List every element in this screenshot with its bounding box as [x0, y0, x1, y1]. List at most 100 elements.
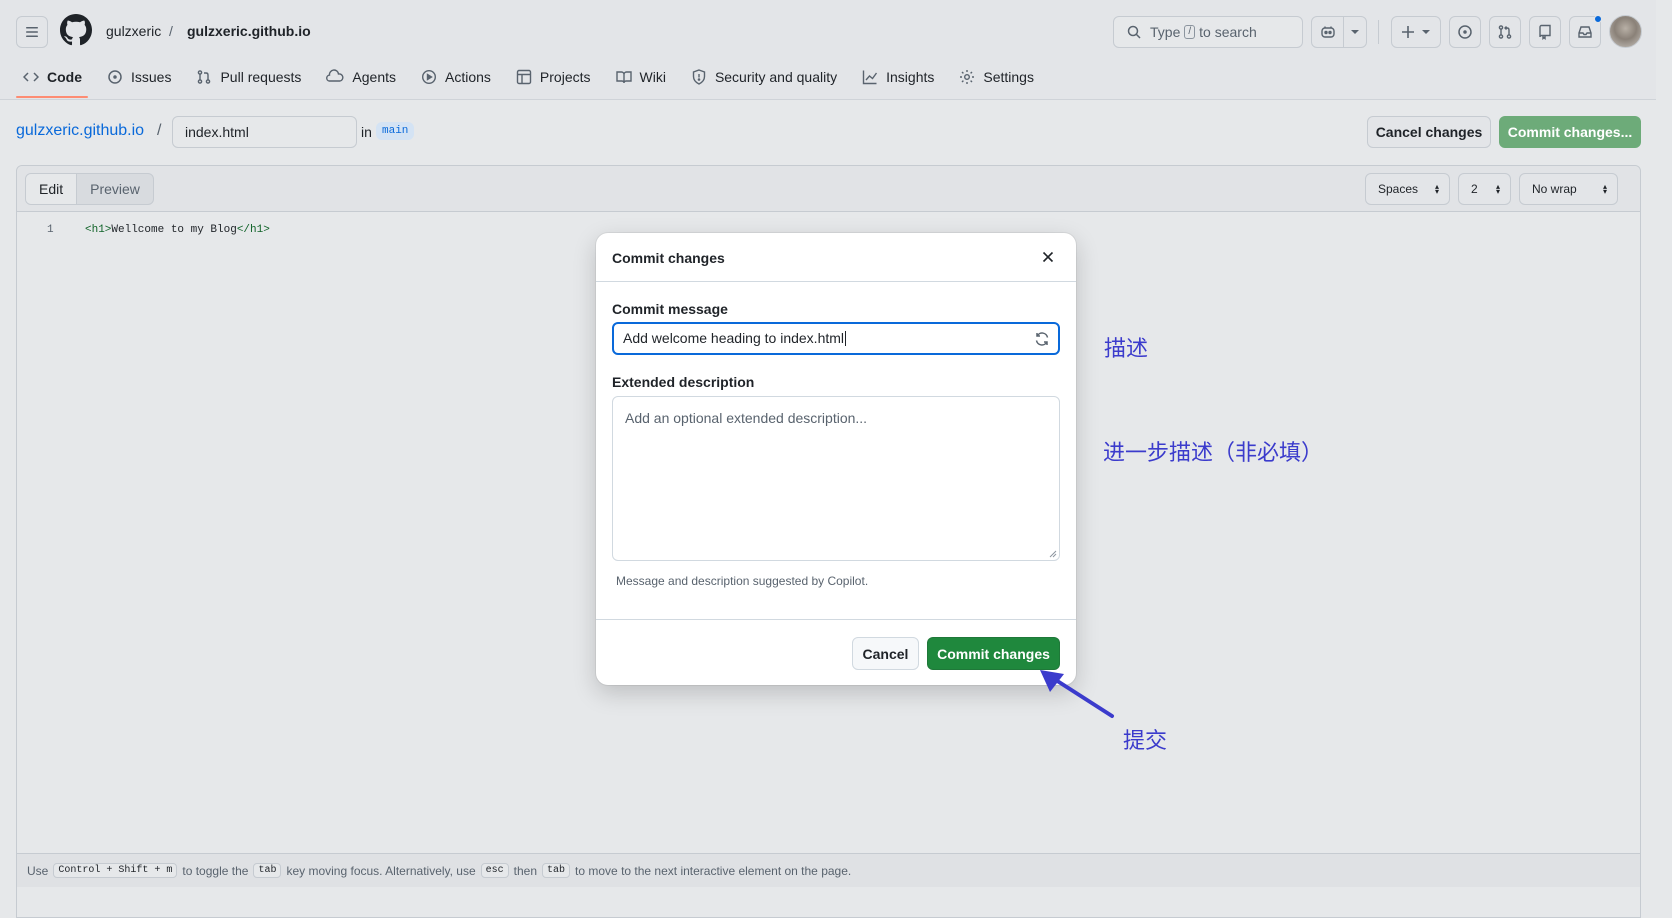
tab-edit[interactable]: Edit — [26, 174, 78, 204]
path-separator: / — [169, 23, 173, 39]
extended-description-textarea[interactable]: Add an optional extended description... — [612, 396, 1060, 561]
search-shortcut-key: / — [1184, 25, 1196, 39]
dialog-divider — [596, 619, 1076, 620]
footer-key: tab — [253, 863, 282, 878]
menu-button[interactable] — [16, 16, 48, 48]
commit-changes-button[interactable]: Commit changes... — [1499, 116, 1641, 148]
tab-label: Security and quality — [714, 69, 838, 85]
filename-input[interactable]: index.html — [172, 116, 357, 148]
indent-mode-select[interactable]: Spaces — [1365, 173, 1450, 205]
line-number: 1 — [47, 224, 54, 236]
pull-requests-button[interactable] — [1489, 16, 1521, 48]
inbox-icon — [1578, 26, 1592, 38]
footer-text: key moving focus. Alternatively, use — [286, 863, 476, 878]
owner-link[interactable]: gulzxeric — [106, 23, 161, 39]
tab-label: Code — [47, 69, 82, 85]
copilot-button[interactable] — [1311, 16, 1344, 48]
tab-label: Pull requests — [220, 69, 302, 85]
tab-issues[interactable]: Issues — [98, 62, 180, 92]
tab-preview[interactable]: Preview — [77, 174, 153, 204]
tab-insights[interactable]: Insights — [853, 62, 943, 92]
tab-label: Issues — [131, 69, 172, 85]
chevron-down-icon — [1422, 30, 1430, 34]
create-new-button[interactable] — [1391, 16, 1441, 48]
tab-security[interactable]: Security and quality — [682, 62, 846, 92]
plus-icon — [1402, 26, 1414, 38]
copilot-dropdown-button[interactable] — [1343, 16, 1367, 48]
repositories-button[interactable] — [1529, 16, 1561, 48]
book-icon — [615, 71, 632, 84]
repo-link[interactable]: gulzxeric.github.io — [187, 23, 311, 39]
header-divider — [1378, 20, 1379, 44]
breadcrumb-repo-link[interactable]: gulzxeric.github.io — [16, 122, 144, 140]
repo-icon — [1539, 24, 1551, 40]
code-icon — [23, 72, 39, 82]
tab-actions[interactable]: Actions — [412, 62, 500, 92]
issues-button[interactable] — [1449, 16, 1481, 48]
tab-pull-requests[interactable]: Pull requests — [187, 62, 310, 92]
tab-wiki[interactable]: Wiki — [607, 62, 675, 92]
search-icon — [1127, 25, 1141, 39]
code-line[interactable]: <h1>Wellcome to my Blog</h1> — [85, 224, 270, 236]
dialog-title: Commit changes — [612, 250, 725, 266]
repo-nav-tabs: Code Issues Pull requests Agents Actions… — [14, 62, 1050, 100]
tab-code[interactable]: Code — [14, 62, 91, 92]
editor-toolbar: Edit Preview Spaces 2 No wrap — [17, 166, 1640, 212]
copilot-icon — [1320, 26, 1335, 38]
close-button[interactable] — [1036, 245, 1060, 269]
commit-message-label: Commit message — [612, 301, 728, 317]
graph-icon — [862, 70, 878, 85]
wrap-mode-select[interactable]: No wrap — [1519, 173, 1618, 205]
issue-icon — [1458, 25, 1472, 39]
commit-dialog: Commit changes Commit message Add welcom… — [596, 233, 1076, 685]
indent-size-select[interactable]: 2 — [1458, 173, 1511, 205]
agents-icon — [326, 69, 344, 82]
chevron-down-icon — [1351, 30, 1359, 34]
tab-settings[interactable]: Settings — [950, 62, 1043, 92]
footer-key: esc — [480, 863, 509, 878]
dialog-divider — [596, 281, 1076, 282]
play-icon — [421, 69, 437, 85]
tab-agents[interactable]: Agents — [317, 62, 405, 92]
commit-message-input[interactable]: Add welcome heading to index.html — [612, 322, 1060, 355]
breadcrumb-separator: / — [157, 122, 162, 139]
tab-label: Projects — [539, 69, 591, 85]
issue-icon — [108, 70, 122, 84]
extended-description-label: Extended description — [612, 374, 755, 390]
description-placeholder: Add an optional extended description... — [625, 410, 868, 426]
dialog-cancel-button[interactable]: Cancel — [852, 637, 919, 670]
footer-key: tab — [542, 863, 571, 878]
code-close-tag: </h1> — [236, 224, 270, 236]
github-logo-icon[interactable] — [60, 14, 92, 46]
commit-message-value: Add welcome heading to index.html — [623, 330, 845, 346]
cancel-changes-button[interactable]: Cancel changes — [1367, 116, 1491, 148]
search-input[interactable]: Type / to search — [1113, 16, 1303, 48]
regenerate-icon[interactable] — [1034, 331, 1050, 347]
hamburger-icon — [26, 27, 38, 37]
footer-key: Control + Shift + m — [53, 863, 178, 878]
annotation-extended: 进一步描述（非必填） — [1103, 441, 1324, 466]
footer-text: to toggle the — [182, 863, 249, 878]
footer-text: then — [513, 863, 538, 878]
text-caret — [845, 331, 847, 346]
in-label: in — [361, 124, 372, 140]
shield-icon — [692, 69, 706, 85]
active-tab-indicator — [16, 96, 88, 98]
tab-projects[interactable]: Projects — [507, 62, 600, 92]
search-prefix: Type — [1150, 24, 1181, 40]
dialog-commit-button[interactable]: Commit changes — [927, 637, 1060, 670]
editor-footer-hint: Use Control + Shift + m to toggle the ta… — [17, 853, 1640, 887]
app-header: gulzxeric / gulzxeric.github.io Type / t… — [0, 0, 1656, 100]
edit-preview-toggle: Edit Preview — [25, 173, 154, 205]
footer-text: Use — [27, 863, 49, 878]
annotation-submit: 提交 — [1123, 729, 1168, 754]
footer-text: to move to the next interactive element … — [575, 863, 852, 878]
annotation-describe: 描述 — [1104, 337, 1149, 362]
resize-grip-icon[interactable] — [1049, 550, 1057, 558]
avatar[interactable] — [1609, 15, 1642, 48]
search-suffix: to search — [1199, 24, 1257, 40]
table-icon — [516, 69, 532, 85]
notification-dot — [1594, 15, 1602, 23]
tab-label: Actions — [445, 69, 491, 85]
gear-icon — [960, 70, 975, 84]
